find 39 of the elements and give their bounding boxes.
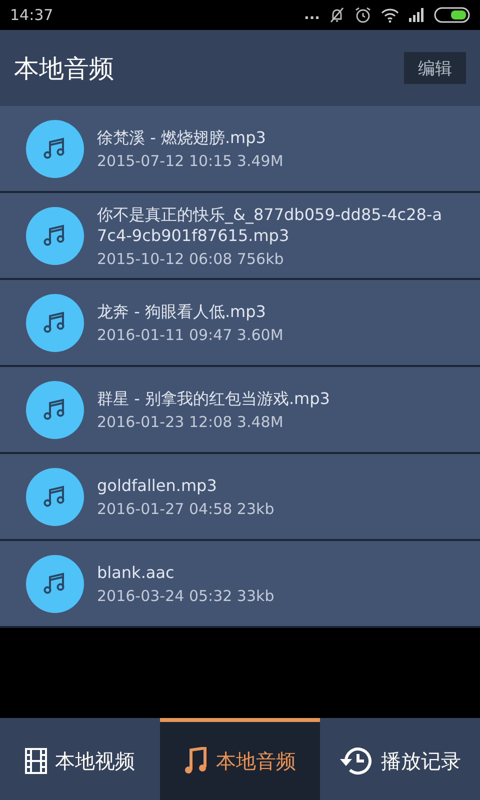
history-icon <box>339 746 373 776</box>
audio-file-item[interactable]: 龙奔 - 狗眼看人低.mp3 2016-01-11 09:47 3.60M <box>0 280 480 367</box>
file-name: 群星 - 别拿我的红包当游戏.mp3 <box>97 388 331 409</box>
music-note-icon <box>26 468 84 526</box>
alarm-icon <box>354 6 372 24</box>
signal-icon <box>408 8 426 22</box>
file-date-size: 2016-01-23 12:08 3.48M <box>97 413 284 431</box>
bottom-tab[interactable]: 本地音频 <box>160 718 320 800</box>
file-name: 你不是真正的快乐_&_877db059-dd85-4c28-a7c4-9cb901f87615.mp3 <box>97 204 443 246</box>
bottom-tab[interactable]: 播放记录 <box>320 718 480 800</box>
wifi-icon <box>380 7 400 23</box>
file-date-size: 2016-03-24 05:32 33kb <box>97 587 276 605</box>
file-name: blank.aac <box>97 562 176 583</box>
music-note-icon <box>26 554 84 612</box>
audio-file-item[interactable]: 徐梵溪 - 燃烧翅膀.mp3 2015-07-12 10:15 3.49M <box>0 106 480 193</box>
edit-button[interactable]: 编辑 <box>404 52 466 84</box>
music-note-icon <box>184 747 208 775</box>
bottom-tab[interactable]: 本地视频 <box>0 718 160 800</box>
audio-file-item[interactable]: goldfallen.mp3 2016-01-27 04:58 23kb <box>0 454 480 541</box>
music-note-icon <box>26 294 84 352</box>
file-date-size: 2016-01-11 09:47 3.60M <box>97 326 284 344</box>
film-icon <box>25 748 47 774</box>
more-dots: ... <box>304 7 320 23</box>
status-time: 14:37 <box>10 6 54 24</box>
muted-bell-icon <box>328 6 346 24</box>
file-date-size: 2015-07-12 10:15 3.49M <box>97 152 284 170</box>
file-name: 龙奔 - 狗眼看人低.mp3 <box>97 301 267 322</box>
battery-icon <box>434 7 470 23</box>
audio-file-item[interactable]: 群星 - 别拿我的红包当游戏.mp3 2016-01-23 12:08 3.48M <box>0 367 480 454</box>
file-date-size: 2016-01-27 04:58 23kb <box>97 500 276 518</box>
file-name: 徐梵溪 - 燃烧翅膀.mp3 <box>97 127 267 148</box>
file-name: goldfallen.mp3 <box>97 475 218 496</box>
music-note-icon <box>26 380 84 438</box>
audio-file-item[interactable]: 你不是真正的快乐_&_877db059-dd85-4c28-a7c4-9cb901f87615.mp3 2015-10-12 06:08 756kb <box>0 193 480 280</box>
audio-file-item[interactable]: blank.aac 2016-03-24 05:32 33kb <box>0 541 480 628</box>
file-date-size: 2015-10-12 06:08 756kb <box>97 250 285 268</box>
music-note-icon <box>26 120 84 178</box>
music-note-icon <box>26 206 84 264</box>
page-title: 本地音频 <box>14 52 114 84</box>
